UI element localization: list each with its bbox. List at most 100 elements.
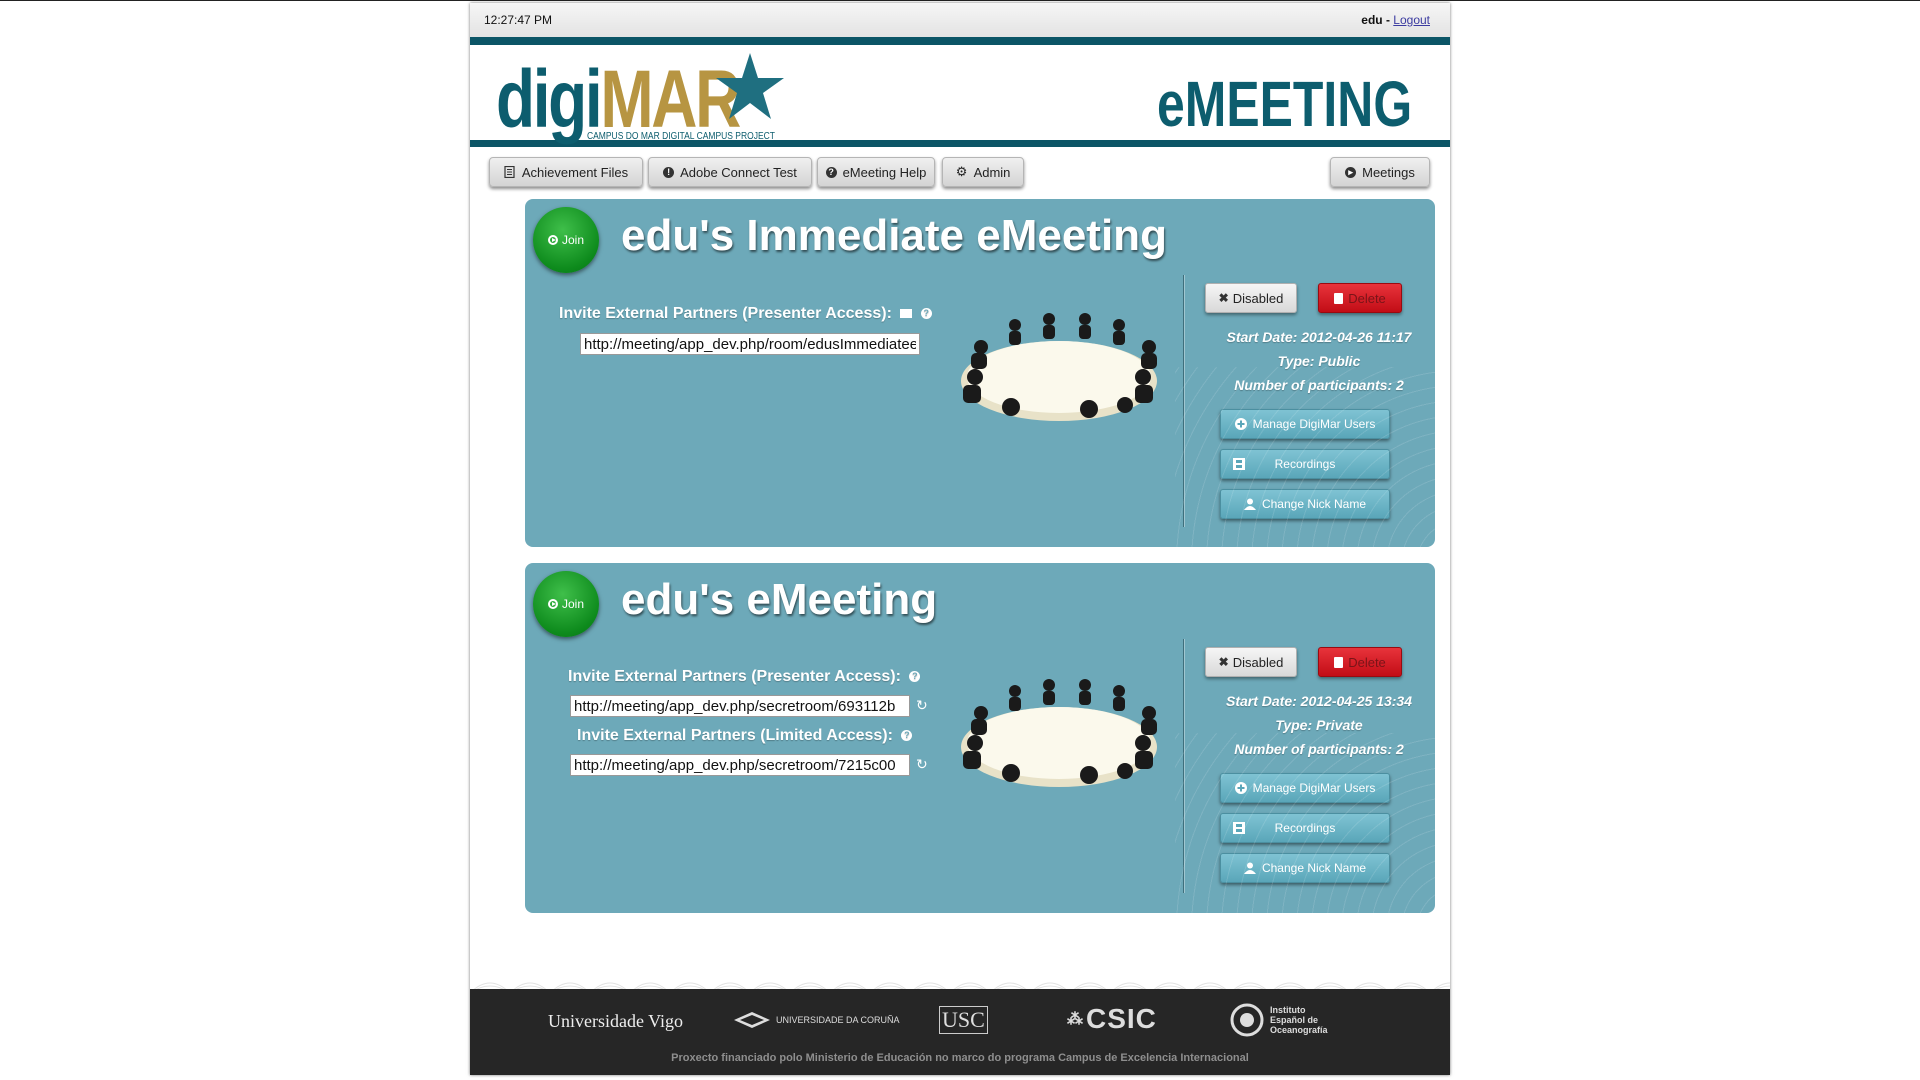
trash-icon [1334,656,1344,668]
delete-label: Delete [1348,290,1386,306]
footer: Universidade Vigo UNIVERSIDADE DA CORUÑA… [470,989,1450,1075]
x-icon: ✖ [1218,291,1229,305]
admin-button[interactable]: ⚙ Admin [942,157,1024,187]
book-icon [504,166,516,178]
adobe-connect-test-label: Adobe Connect Test [680,164,797,180]
toolbar: Achievement Files ! Adobe Connect Test ?… [470,151,1450,191]
vertical-divider [1183,275,1184,527]
start-date: Start Date: 2012-04-26 11:17 [1226,329,1412,345]
delete-button[interactable]: Delete [1318,283,1402,313]
meetings-label: Meetings [1362,164,1415,180]
change-nick-name-button[interactable]: Change Nick Name [1220,489,1390,519]
film-icon [1233,458,1245,470]
manage-digimar-users-button[interactable]: Manage DigiMar Users [1220,409,1390,439]
presenter-access-text: Invite External Partners (Presenter Acce… [559,305,892,322]
funding-note: Proxecto financiado polo Ministerio de E… [671,1052,1249,1064]
change-nick-name-label: Change Nick Name [1261,861,1367,875]
play-circle-icon: ▸ [1345,166,1357,178]
limited-access-text: Invite External Partners (Limited Access… [577,727,893,744]
meeting-panel-immediate: Join edu's Immediate eMeeting Invite Ext… [525,199,1435,547]
presenter-url-input[interactable] [570,695,910,717]
udc-logo[interactable]: UNIVERSIDADE DA CORUÑA [734,1012,900,1028]
logo-wordmark: digiMAR [496,59,741,141]
info-circle-icon: ! [663,166,675,178]
question-icon[interactable]: ? [909,671,921,683]
refresh-icon[interactable]: ↻ [916,698,930,712]
logo-tagline: CAMPUS DO MAR DIGITAL CAMPUS PROJECT [587,131,775,142]
disabled-label: Disabled [1232,654,1284,670]
starfish-icon [716,53,784,119]
manage-digimar-users-button[interactable]: Manage DigiMar Users [1220,773,1390,803]
digimar-logo[interactable]: digiMAR CAMPUS DO MAR DIGITAL CAMPUS PRO… [496,51,816,143]
plus-circle-icon [1234,782,1247,794]
change-nick-name-label: Change Nick Name [1261,497,1367,511]
achievement-files-label: Achievement Files [521,164,629,180]
udc-logo-text: UNIVERSIDADE DA CORUÑA [776,1015,900,1025]
join-button[interactable]: Join [533,571,599,637]
disabled-toggle-button[interactable]: ✖ Disabled [1205,283,1297,313]
user-separator: - [1382,13,1394,27]
presenter-access-label: Invite External Partners (Presenter Acce… [559,305,932,323]
join-label: Join [561,233,584,247]
page-container: 12:27:47 PM edu - Logout digiMAR CAMPUS … [470,3,1450,1075]
play-circle-icon [547,235,558,245]
question-icon[interactable]: ? [901,730,913,742]
adobe-connect-test-button[interactable]: ! Adobe Connect Test [648,157,812,187]
admin-label: Admin [973,164,1011,180]
manage-users-label: Manage DigiMar Users [1252,417,1376,431]
change-nick-name-button[interactable]: Change Nick Name [1220,853,1390,883]
manage-users-label: Manage DigiMar Users [1252,781,1376,795]
question-circle-icon: ? [825,166,837,178]
user-area: edu - Logout [1361,13,1430,27]
recordings-button[interactable]: Recordings [1220,449,1390,479]
udc-emblem-icon [734,1012,770,1028]
csic-emblem-icon: ⁂ [1067,1011,1084,1028]
top-bar: 12:27:47 PM edu - Logout [470,3,1450,37]
achievement-files-button[interactable]: Achievement Files [489,157,643,187]
envelope-icon[interactable] [900,309,913,319]
delete-button[interactable]: Delete [1318,647,1402,677]
ieo-logo[interactable]: Instituto Español de Oceanografía [1230,1003,1334,1037]
presenter-access-label: Invite External Partners (Presenter Acce… [568,668,921,686]
limited-access-label: Invite External Partners (Limited Access… [577,727,913,745]
csic-logo[interactable]: ⁂ CSIC [1067,1003,1157,1035]
username: edu [1361,13,1383,27]
emeeting-help-button[interactable]: ? eMeeting Help [817,157,935,187]
meeting-title: edu's eMeeting [621,575,938,624]
presenter-access-text: Invite External Partners (Presenter Acce… [568,668,901,685]
refresh-icon[interactable]: ↻ [916,757,930,771]
recordings-label: Recordings [1274,457,1336,471]
gear-icon: ⚙ [955,164,968,179]
meeting-title: edu's Immediate eMeeting [621,211,1167,260]
user-icon [1243,498,1256,510]
app-title: eMEETING [1156,68,1412,140]
uvigo-logo[interactable]: Universidade Vigo [548,1011,683,1032]
clock: 12:27:47 PM [484,13,553,27]
limited-url-input[interactable] [570,754,910,776]
ieo-emblem-icon [1230,1003,1264,1037]
meeting-table-image [961,313,1157,421]
x-icon: ✖ [1218,655,1229,669]
meetings-button[interactable]: ▸ Meetings [1330,157,1430,187]
meeting-table-image [961,679,1157,787]
recordings-button[interactable]: Recordings [1220,813,1390,843]
usc-logo[interactable]: USC [939,1006,988,1034]
logout-link[interactable]: Logout [1393,13,1430,27]
meeting-meta: Start Date: 2012-04-26 11:17 Type: Publi… [1203,325,1435,397]
disabled-label: Disabled [1232,290,1284,306]
join-label: Join [561,597,584,611]
csic-logo-text: CSIC [1086,1003,1157,1034]
participants-count: Number of participants: 2 [1234,377,1404,393]
emeeting-help-label: eMeeting Help [842,164,927,180]
delete-label: Delete [1348,654,1386,670]
vertical-divider [1183,639,1184,893]
presenter-url-input[interactable] [580,333,920,355]
question-icon[interactable]: ? [920,308,932,320]
recordings-label: Recordings [1274,821,1336,835]
meeting-type: Type: Private [1275,717,1363,733]
trash-icon [1334,292,1344,304]
logo-digi: digi [496,54,603,145]
join-button[interactable]: Join [533,207,599,273]
disabled-toggle-button[interactable]: ✖ Disabled [1205,647,1297,677]
header: digiMAR CAMPUS DO MAR DIGITAL CAMPUS PRO… [470,37,1450,147]
